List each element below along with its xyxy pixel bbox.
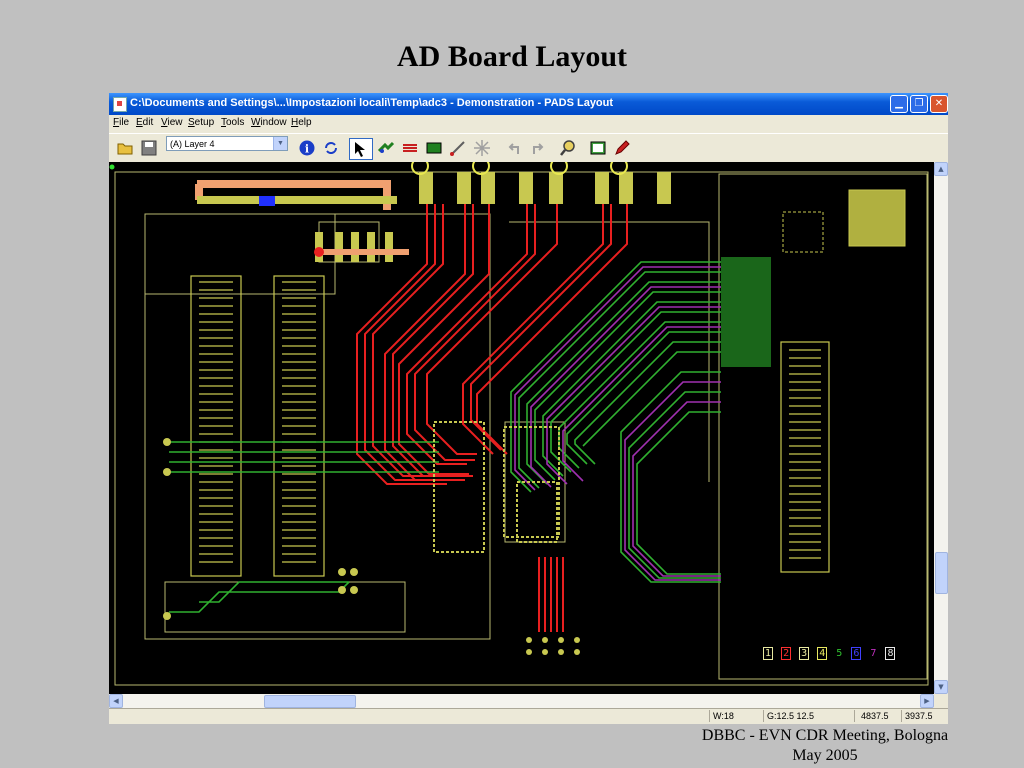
window-title: C:\Documents and Settings\...\Impostazio… (130, 97, 614, 109)
scroll-left-button[interactable]: ◀ (109, 694, 123, 708)
layer-indicator[interactable]: 5 (835, 648, 843, 659)
chevron-down-icon[interactable]: ▼ (273, 137, 287, 150)
open-folder-icon[interactable] (116, 139, 134, 157)
title-bar[interactable]: C:\Documents and Settings\...\Impostazio… (109, 93, 948, 115)
chevron-left-icon: ◀ (113, 697, 119, 705)
zoom-icon[interactable] (559, 139, 577, 157)
menu-file[interactable]: File (113, 117, 129, 128)
vertical-scroll-thumb[interactable] (935, 552, 948, 594)
connector-right (780, 341, 830, 573)
red-traces (356, 204, 628, 632)
scroll-up-button[interactable]: ▲ (934, 162, 948, 176)
status-bar: W:18 G:12.5 12.5 4837.5 3937.5 (109, 708, 948, 724)
refresh-icon[interactable] (322, 139, 340, 157)
status-x: 4837.5 (861, 711, 889, 721)
connector-left (190, 275, 242, 577)
pcb-canvas[interactable]: 1 2 3 4 5 6 7 8 (109, 162, 934, 694)
status-divider (854, 710, 855, 722)
minimize-icon: ▁ (895, 98, 903, 109)
status-divider (709, 710, 710, 722)
info-icon[interactable]: i (298, 139, 316, 157)
vertical-scrollbar[interactable]: ▲ ▼ (934, 162, 948, 694)
layer-select-value: (A) Layer 4 (170, 139, 215, 149)
status-divider (763, 710, 764, 722)
slide-title: AD Board Layout (396, 40, 628, 73)
top-left-parts (195, 180, 409, 262)
footer-line-1: DBBC - EVN CDR Meeting, Bologna (701, 727, 949, 744)
menu-tools[interactable]: Tools (221, 117, 244, 128)
horizontal-scroll-thumb[interactable] (264, 695, 356, 708)
auto-route-icon[interactable] (401, 139, 419, 157)
menu-setup[interactable]: Setup (188, 117, 214, 128)
chevron-down-icon: ▼ (938, 683, 944, 691)
save-icon[interactable] (140, 139, 158, 157)
app-icon (113, 97, 127, 112)
status-grid: G:12.5 12.5 (767, 711, 815, 721)
scroll-down-button[interactable]: ▼ (934, 680, 948, 694)
menu-bar: File Edit View Setup Tools Window Help (109, 115, 948, 132)
select-tool-frame[interactable] (349, 138, 373, 160)
redo-icon[interactable] (529, 139, 547, 157)
board-outline (114, 171, 929, 686)
layer-indicator[interactable]: 3 (799, 647, 810, 660)
pencil-icon[interactable] (613, 139, 631, 157)
close-icon: ✕ (934, 98, 944, 109)
route-icon[interactable] (377, 139, 395, 157)
restore-button[interactable]: ❐ (910, 95, 928, 113)
status-y: 3937.5 (905, 711, 933, 721)
connector-middle (273, 275, 325, 577)
menu-edit[interactable]: Edit (136, 117, 153, 128)
layer-indicators: 1 2 3 4 5 6 7 8 (763, 647, 896, 660)
scroll-right-button[interactable]: ▶ (920, 694, 934, 708)
layer-indicator[interactable]: 1 (763, 647, 774, 660)
footer-line-2: May 2005 (792, 747, 858, 764)
layer-indicator[interactable]: 7 (869, 648, 877, 659)
layer-indicator[interactable]: 8 (885, 647, 896, 660)
menu-help[interactable]: Help (291, 117, 312, 128)
status-divider (901, 710, 902, 722)
pads-window: C:\Documents and Settings\...\Impostazio… (109, 93, 948, 724)
spark-icon[interactable] (473, 139, 491, 157)
bulletin-icon[interactable] (589, 139, 607, 157)
status-width: W:18 (713, 711, 734, 721)
chevron-up-icon: ▲ (938, 165, 944, 173)
top-pads (411, 162, 671, 204)
layer-indicator[interactable]: 2 (781, 647, 792, 660)
layer-indicator[interactable]: 6 (851, 647, 862, 660)
slide-footer: DBBC - EVN CDR Meeting, Bologna May 2005 (660, 726, 990, 766)
menu-window[interactable]: Window (251, 117, 287, 128)
layer-indicator[interactable]: 4 (817, 647, 828, 660)
chevron-right-icon: ▶ (924, 697, 930, 705)
horizontal-scrollbar[interactable]: ◀ ▶ (109, 694, 934, 708)
menu-view[interactable]: View (161, 117, 183, 128)
minimize-button[interactable]: ▁ (890, 95, 908, 113)
close-button[interactable]: ✕ (930, 95, 948, 113)
restore-icon: ❐ (914, 98, 924, 109)
layer-select[interactable]: (A) Layer 4 ▼ (166, 136, 288, 151)
svg-text:i: i (305, 143, 309, 156)
board-icon[interactable] (425, 139, 443, 157)
pcb-layout (109, 162, 929, 686)
measure-icon[interactable] (449, 139, 467, 157)
green-traces (169, 261, 721, 613)
toolbar: (A) Layer 4 ▼ i (109, 133, 948, 163)
undo-icon[interactable] (505, 139, 523, 157)
select-arrow-icon (355, 142, 365, 157)
